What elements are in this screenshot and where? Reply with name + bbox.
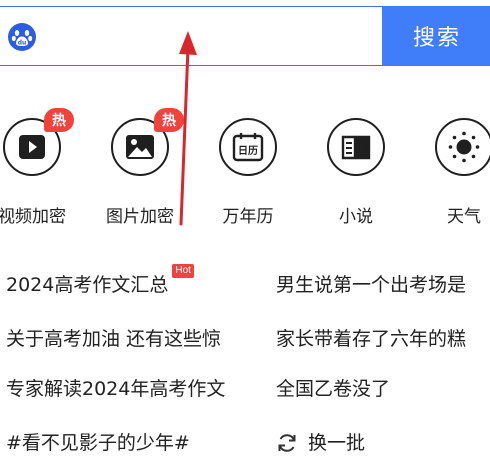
baidu-home-page: du 搜索 热 视频加密 热 图片加密 日历 万年历 小说 天气 2024高考作… [0, 0, 490, 460]
book-icon [327, 118, 385, 176]
hot-list-item[interactable]: 2024高考作文汇总Hot [6, 264, 194, 300]
feature-label: 万年历 [222, 207, 274, 227]
feature-label: 图片加密 [106, 207, 174, 227]
feature-label: 小说 [339, 207, 373, 227]
hot-list-item[interactable]: 全国乙卷没了 [276, 374, 390, 404]
refresh-icon [278, 434, 296, 452]
hot-list-text: #看不见影子的少年# [6, 432, 190, 454]
hot-badge: 热 [154, 108, 184, 132]
feature-novel[interactable]: 小说 [306, 118, 406, 228]
hot-list-item[interactable]: #看不见影子的少年# [6, 428, 190, 458]
baidu-paw-icon: du [8, 23, 36, 51]
hot-list-item[interactable]: 专家解读2024年高考作文 [6, 374, 225, 404]
hot-tag: Hot [172, 264, 194, 278]
feature-video-encrypt[interactable]: 热 视频加密 [0, 108, 82, 228]
feature-label: 视频加密 [0, 207, 66, 227]
svg-text:du: du [18, 40, 27, 47]
hot-list-item[interactable]: 家长带着存了六年的糕 [276, 324, 466, 354]
feature-image-encrypt[interactable]: 热 图片加密 [90, 108, 190, 228]
search-button[interactable]: 搜索 [382, 6, 490, 66]
search-bar: du 搜索 [0, 6, 490, 66]
hot-list-text: 家长带着存了六年的糕 [276, 328, 467, 350]
hot-list-text: 男生说第一个出考场是 [276, 274, 467, 296]
calendar-icon-text: 日历 [238, 145, 258, 157]
calendar-icon: 日历 [219, 118, 277, 176]
refresh-button[interactable]: 换一批 [276, 428, 365, 458]
search-input[interactable] [43, 13, 367, 61]
feature-calendar[interactable]: 日历 万年历 [198, 118, 298, 228]
feature-label: 天气 [447, 207, 481, 227]
search-box[interactable]: du [0, 6, 382, 66]
feature-weather[interactable]: 天气 [414, 118, 490, 228]
hot-badge: 热 [44, 108, 74, 132]
hot-list-text: 2024高考作文汇总 [6, 274, 169, 296]
refresh-label: 换一批 [308, 432, 366, 454]
hot-list-item[interactable]: 男生说第一个出考场是 [276, 270, 466, 300]
sun-icon [435, 118, 490, 176]
hot-list-text: 关于高考加油 还有这些惊 [6, 328, 222, 350]
hot-list-text: 专家解读2024年高考作文 [6, 378, 226, 400]
hot-list-text: 全国乙卷没了 [276, 378, 391, 400]
hot-list-item[interactable]: 关于高考加油 还有这些惊 [6, 324, 221, 354]
